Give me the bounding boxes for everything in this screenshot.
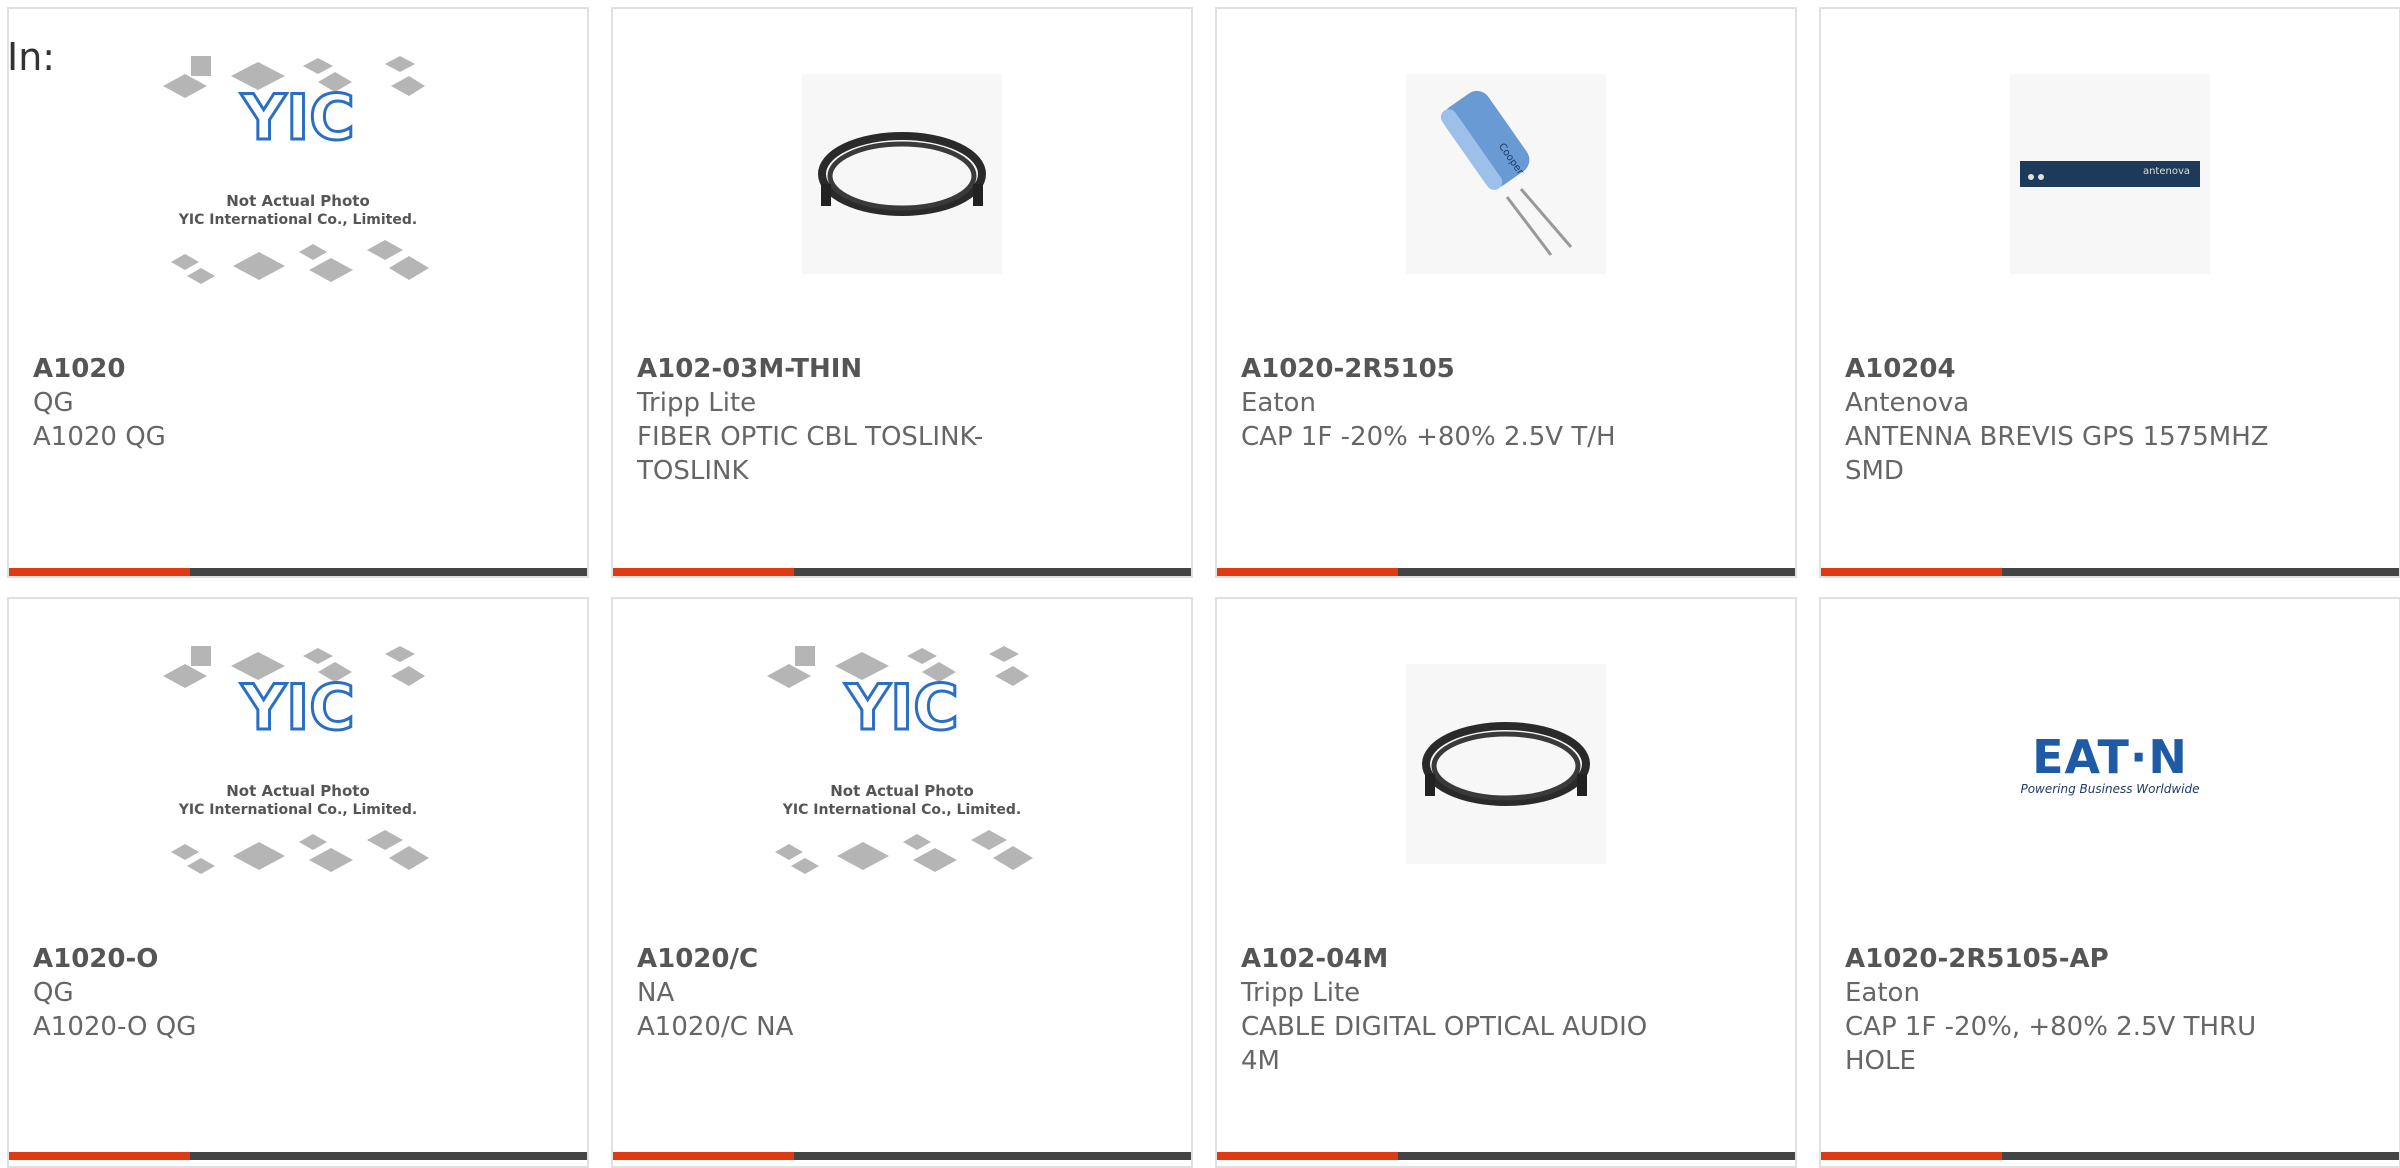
optical-cable-icon [1406, 664, 1606, 864]
capacitor-icon: Cooper [1406, 74, 1606, 274]
product-card[interactable]: A102-04M Tripp Lite CABLE DIGITAL OPTICA… [1215, 597, 1797, 1168]
part-number[interactable]: A1020-O [33, 942, 463, 976]
antenna-board-icon: antenova [2010, 74, 2210, 274]
yic-logo-text: YIC [844, 671, 958, 744]
product-card[interactable]: A102-03M-THIN Tripp Lite FIBER OPTIC CBL… [611, 7, 1193, 578]
product-info: A1020-2R5105-AP Eaton CAP 1F -20%, +80% … [1845, 942, 2275, 1078]
manufacturer: QG [33, 388, 74, 418]
in-label: In: [7, 35, 56, 79]
yic-company-text: YIC International Co., Limited. [178, 212, 417, 228]
manufacturer: NA [637, 978, 675, 1008]
card-bottom-bar [9, 568, 587, 576]
card-bar-accent [9, 568, 190, 576]
description: A1020-O QG [33, 1012, 197, 1042]
eaton-wordmark: EAT·N [2032, 730, 2188, 784]
part-number[interactable]: A1020/C [637, 942, 1067, 976]
product-info: A102-03M-THIN Tripp Lite FIBER OPTIC CBL… [637, 352, 1067, 488]
part-number[interactable]: A1020-2R5105 [1241, 352, 1671, 386]
product-info: A1020 QG A1020 QG [33, 352, 463, 454]
manufacturer: QG [33, 978, 74, 1008]
card-bottom-bar [613, 1152, 1191, 1160]
product-image[interactable]: YIC Not Actual Photo YIC International C… [9, 599, 587, 929]
part-number[interactable]: A1020-2R5105-AP [1845, 942, 2275, 976]
yic-logo-text: YIC [240, 81, 354, 154]
yic-placeholder-icon: YIC Not Actual Photo YIC International C… [163, 644, 433, 884]
card-bar-accent [1217, 1152, 1398, 1160]
card-bottom-bar [1821, 568, 2399, 576]
product-image[interactable] [1217, 599, 1795, 929]
manufacturer: Tripp Lite [1241, 978, 1361, 1008]
manufacturer: Eaton [1845, 978, 1920, 1008]
product-image[interactable]: YIC Not Actual Photo YIC International C… [613, 599, 1191, 929]
description: CAP 1F -20% +80% 2.5V T/H [1241, 422, 1616, 452]
card-bar-accent [613, 1152, 794, 1160]
card-bar-accent [1821, 1152, 2002, 1160]
yic-placeholder-icon: YIC Not Actual Photo YIC International C… [163, 54, 433, 294]
part-number[interactable]: A1020 [33, 352, 463, 386]
product-image[interactable]: antenova [1821, 9, 2399, 339]
product-card[interactable]: Cooper A1020-2R5105 Eaton CAP 1F -20% +8… [1215, 7, 1797, 578]
product-card[interactable]: EAT·N Powering Business Worldwide A1020-… [1819, 597, 2400, 1168]
description: CABLE DIGITAL OPTICAL AUDIO 4M [1241, 1012, 1648, 1076]
not-actual-photo-text: Not Actual Photo [830, 782, 974, 800]
yic-company-text: YIC International Co., Limited. [782, 802, 1021, 818]
card-bar-accent [9, 1152, 190, 1160]
not-actual-photo-text: Not Actual Photo [226, 782, 370, 800]
antenova-board-label: antenova [2142, 166, 2190, 177]
eaton-tagline: Powering Business Worldwide [2020, 782, 2200, 796]
part-number[interactable]: A102-03M-THIN [637, 352, 1067, 386]
card-bottom-bar [9, 1152, 587, 1160]
product-info: A1020-2R5105 Eaton CAP 1F -20% +80% 2.5V… [1241, 352, 1671, 454]
board-dot [2038, 174, 2044, 180]
yic-company-text: YIC International Co., Limited. [178, 802, 417, 818]
eaton-logo-icon: EAT·N Powering Business Worldwide [2005, 732, 2215, 796]
product-info: A10204 Antenova ANTENNA BREVIS GPS 1575M… [1845, 352, 2275, 488]
board-dot [2028, 174, 2034, 180]
part-number[interactable]: A10204 [1845, 352, 2275, 386]
product-info: A102-04M Tripp Lite CABLE DIGITAL OPTICA… [1241, 942, 1671, 1078]
manufacturer: Eaton [1241, 388, 1316, 418]
product-card[interactable]: antenova A10204 Antenova ANTENNA BREVIS … [1819, 7, 2400, 578]
manufacturer: Antenova [1845, 388, 1970, 418]
product-card[interactable]: YIC Not Actual Photo YIC International C… [7, 597, 589, 1168]
part-number[interactable]: A102-04M [1241, 942, 1671, 976]
description: CAP 1F -20%, +80% 2.5V THRU HOLE [1845, 1012, 2257, 1076]
antenna-board: antenova [2020, 161, 2200, 187]
product-card[interactable]: YIC Not Actual Photo YIC International C… [611, 597, 1193, 1168]
product-info: A1020/C NA A1020/C NA [637, 942, 1067, 1044]
card-bar-accent [613, 568, 794, 576]
card-bottom-bar [1217, 568, 1795, 576]
product-image[interactable]: EAT·N Powering Business Worldwide [1821, 599, 2399, 929]
description: FIBER OPTIC CBL TOSLINK-TOSLINK [637, 422, 984, 486]
product-image[interactable]: YIC Not Actual Photo YIC International C… [9, 9, 587, 339]
product-image[interactable] [613, 9, 1191, 339]
product-image[interactable]: Cooper [1217, 9, 1795, 339]
card-bar-accent [1217, 568, 1398, 576]
optical-cable-icon [802, 74, 1002, 274]
card-bar-accent [1821, 568, 2002, 576]
product-grid: YIC Not Actual Photo YIC International C… [0, 0, 2400, 1168]
description: A1020/C NA [637, 1012, 794, 1042]
not-actual-photo-text: Not Actual Photo [226, 192, 370, 210]
description: A1020 QG [33, 422, 166, 452]
description: ANTENNA BREVIS GPS 1575MHZ SMD [1845, 422, 2269, 486]
card-bottom-bar [1217, 1152, 1795, 1160]
manufacturer: Tripp Lite [637, 388, 757, 418]
product-card[interactable]: YIC Not Actual Photo YIC International C… [7, 7, 589, 578]
card-bottom-bar [613, 568, 1191, 576]
card-bottom-bar [1821, 1152, 2399, 1160]
product-info: A1020-O QG A1020-O QG [33, 942, 463, 1044]
yic-placeholder-icon: YIC Not Actual Photo YIC International C… [767, 644, 1037, 884]
yic-logo-text: YIC [240, 671, 354, 744]
